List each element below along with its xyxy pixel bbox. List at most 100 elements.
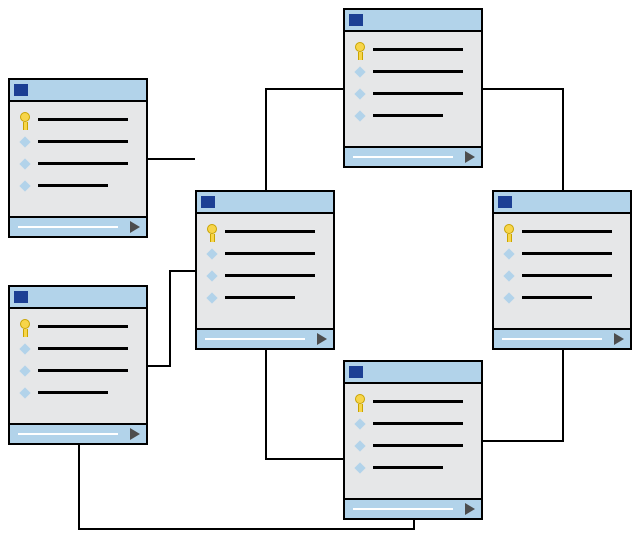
scroll-right-icon (317, 333, 327, 345)
table-body (8, 309, 148, 423)
field-line (373, 422, 463, 425)
connector (148, 365, 171, 367)
table-row (345, 416, 481, 438)
table-bottom-right (343, 360, 483, 520)
table-left-bottom (8, 285, 148, 445)
table-left-top (8, 78, 148, 238)
table-row (10, 134, 146, 156)
field-icon (503, 248, 514, 259)
scrollbar-track (205, 338, 305, 340)
primary-key-icon (20, 112, 30, 130)
connector (413, 520, 415, 530)
er-diagram (0, 0, 640, 559)
table-row (10, 385, 146, 407)
primary-key-icon (20, 319, 30, 337)
window-icon (14, 84, 28, 96)
table-footer (492, 328, 632, 350)
table-footer (195, 328, 335, 350)
connector (265, 88, 267, 190)
table-row (345, 42, 481, 64)
scrollbar-track (18, 226, 118, 228)
connector (169, 270, 195, 272)
connector (78, 445, 80, 530)
table-row (494, 290, 630, 312)
field-icon (19, 343, 30, 354)
scrollbar-track (353, 156, 453, 158)
window-icon (349, 14, 363, 26)
connector (483, 88, 562, 90)
table-row (345, 108, 481, 130)
scroll-right-icon (465, 151, 475, 163)
scroll-right-icon (130, 428, 140, 440)
field-icon (354, 418, 365, 429)
table-body (195, 214, 335, 328)
table-header (8, 78, 148, 102)
field-icon (354, 66, 365, 77)
table-row (197, 246, 333, 268)
table-body (343, 32, 483, 146)
table-row (345, 64, 481, 86)
field-line (522, 296, 592, 299)
primary-key-icon (355, 394, 365, 412)
field-line (38, 140, 128, 143)
connector (265, 88, 343, 90)
scrollbar-track (353, 508, 453, 510)
field-icon (19, 365, 30, 376)
field-icon (19, 387, 30, 398)
window-icon (14, 291, 28, 303)
field-line (225, 274, 315, 277)
table-body (8, 102, 148, 216)
table-header (343, 360, 483, 384)
scroll-right-icon (614, 333, 624, 345)
field-line (38, 118, 128, 121)
field-icon (206, 270, 217, 281)
connector (148, 158, 195, 160)
field-icon (354, 462, 365, 473)
field-icon (503, 270, 514, 281)
table-center (195, 190, 335, 350)
table-row (494, 224, 630, 246)
connector (562, 88, 564, 190)
connector (265, 350, 267, 460)
window-icon (349, 366, 363, 378)
table-header (492, 190, 632, 214)
table-row (10, 112, 146, 134)
table-row (494, 268, 630, 290)
table-row (197, 268, 333, 290)
field-line (373, 444, 463, 447)
field-line (522, 230, 612, 233)
field-icon (19, 180, 30, 191)
field-icon (354, 88, 365, 99)
table-footer (343, 498, 483, 520)
field-line (522, 274, 612, 277)
table-row (10, 341, 146, 363)
table-footer (8, 216, 148, 238)
field-line (225, 296, 295, 299)
table-footer (343, 146, 483, 168)
field-line (38, 391, 108, 394)
table-row (10, 319, 146, 341)
connector (483, 440, 564, 442)
field-icon (19, 136, 30, 147)
table-row (494, 246, 630, 268)
field-icon (206, 292, 217, 303)
table-row (10, 363, 146, 385)
scrollbar-track (502, 338, 602, 340)
field-line (373, 92, 463, 95)
table-header (8, 285, 148, 309)
field-line (38, 325, 128, 328)
field-line (225, 252, 315, 255)
table-row (10, 178, 146, 200)
field-line (373, 400, 463, 403)
field-line (38, 369, 128, 372)
window-icon (498, 196, 512, 208)
table-footer (8, 423, 148, 445)
field-line (38, 184, 108, 187)
table-body (343, 384, 483, 498)
field-icon (503, 292, 514, 303)
scroll-right-icon (465, 503, 475, 515)
table-header (343, 8, 483, 32)
field-icon (354, 110, 365, 121)
table-header (195, 190, 335, 214)
table-row (197, 224, 333, 246)
